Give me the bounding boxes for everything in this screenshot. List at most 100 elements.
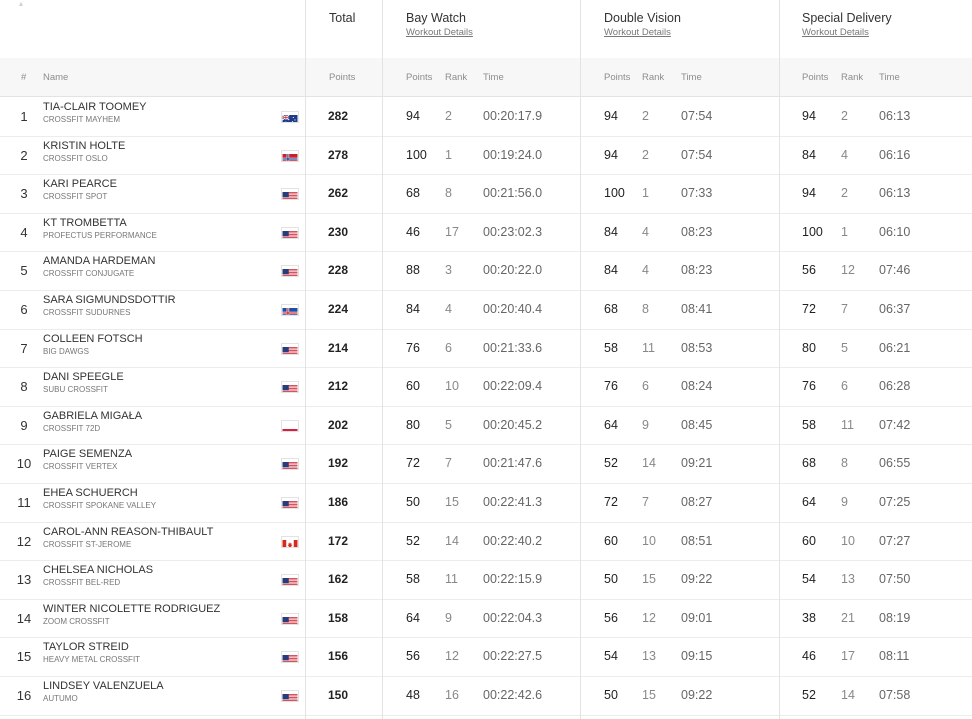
divider-workout-2	[580, 0, 581, 719]
table-row[interactable]: 1 TIA-CLAIR TOOMEY CROSSFIT MAYHEM 282 94 2 00…	[0, 97, 972, 137]
workout-3-rank: 17	[841, 649, 855, 664]
workout-3-details-link[interactable]: Workout Details	[802, 27, 869, 38]
col-total-points-header[interactable]: Points	[329, 72, 355, 83]
workout-2-points: 72	[604, 495, 618, 509]
workout-2-time: 08:53	[681, 340, 713, 355]
workout-2-time: 08:23	[681, 263, 713, 278]
athlete-name[interactable]: GABRIELA MIGAŁA	[43, 410, 142, 422]
workout-1-points: 80	[406, 417, 420, 432]
w1-time-header[interactable]: Time	[483, 72, 504, 83]
col-name-header[interactable]: Name	[43, 72, 68, 83]
workout-2-time: 07:54	[681, 109, 713, 123]
affiliate-name: CROSSFIT OSLO	[43, 153, 108, 163]
table-row[interactable]: 4 KT TROMBETTA PROFECTUS PERFORMANCE 230 46 1…	[0, 213, 972, 253]
athlete-name[interactable]: KRISTIN HOLTE	[43, 140, 125, 152]
table-row[interactable]: 5 AMANDA HARDEMAN CROSSFIT CONJUGATE 228 88 3…	[0, 251, 972, 291]
workout-1-points: 56	[406, 649, 420, 664]
overall-rank: 13	[16, 572, 32, 588]
w1-rank-header[interactable]: Rank	[445, 72, 467, 83]
table-row[interactable]: 6 SARA SIGMUNDSDOTTIR CROSSFIT SUDURNES 224…	[0, 290, 972, 330]
overall-rank: 8	[20, 379, 28, 395]
workout-2-time: 08:41	[681, 302, 713, 316]
total-points: 158	[328, 610, 349, 625]
table-row[interactable]: 2 KRISTIN HOLTE CROSSFIT OSLO 278 100 1 00:19:…	[0, 136, 972, 176]
table-row[interactable]: 13 CHELSEA NICHOLAS CROSSFIT BEL-RED 162 58 1…	[0, 560, 972, 600]
athlete-name[interactable]: COLLEEN FOTSCH	[43, 333, 143, 345]
table-row[interactable]: 8 DANI SPEEGLE SUBU CROSSFIT 212 60 10 00:22:0…	[0, 367, 972, 407]
workout-1-details-link[interactable]: Workout Details	[406, 27, 473, 38]
workout-1-rank: 6	[445, 340, 452, 355]
country-flag-icon	[281, 304, 299, 316]
workout-2-rank: 15	[642, 688, 656, 702]
athlete-name[interactable]: CAROL-ANN REASON-THIBAULT	[43, 526, 213, 538]
w2-points-header[interactable]: Points	[604, 72, 630, 83]
table-row[interactable]: 11 EHEA SCHUERCH CROSSFIT SPOKANE VALLEY 18…	[0, 483, 972, 523]
workout-3-rank: 1	[841, 224, 848, 239]
workout-2-rank: 10	[642, 533, 656, 548]
table-row[interactable]: 16 LINDSEY VALENZUELA AUTUMO 150 48 16 00:22:4…	[0, 676, 972, 716]
w3-rank-header[interactable]: Rank	[841, 72, 863, 83]
athlete-name[interactable]: TAYLOR STREID	[43, 641, 129, 653]
table-row[interactable]: 10 PAIGE SEMENZA CROSSFIT VERTEX 192 72 7 00:2…	[0, 444, 972, 484]
w1-points-header[interactable]: Points	[406, 72, 432, 83]
workout-1-title[interactable]: Bay Watch	[406, 11, 466, 25]
workout-2-points: 58	[604, 340, 618, 355]
athlete-name[interactable]: PAIGE SEMENZA	[43, 448, 132, 460]
workout-1-rank: 10	[445, 379, 459, 394]
w2-time-header[interactable]: Time	[681, 72, 702, 83]
workout-1-points: 50	[406, 495, 420, 509]
athlete-name[interactable]: TIA-CLAIR TOOMEY	[43, 101, 147, 113]
athlete-name[interactable]: WINTER NICOLETTE RODRIGUEZ	[43, 603, 220, 615]
workout-1-time: 00:22:09.4	[483, 379, 543, 394]
workout-2-points: 52	[604, 456, 618, 471]
athlete-name[interactable]: EHEA SCHUERCH	[43, 487, 138, 499]
total-points: 224	[328, 302, 349, 316]
workout-2-points: 56	[604, 610, 618, 625]
workout-3-points: 60	[802, 533, 816, 548]
workout-1-points: 46	[406, 224, 420, 239]
workout-2-points: 50	[604, 572, 618, 587]
w3-time-header[interactable]: Time	[879, 72, 900, 83]
workout-2-time: 08:24	[681, 379, 713, 394]
workout-1-time: 00:23:02.3	[483, 224, 543, 239]
table-row[interactable]: 7 COLLEEN FOTSCH BIG DAWGS 214 76 6 00:21:33.6…	[0, 329, 972, 369]
athlete-name[interactable]: LINDSEY VALENZUELA	[43, 680, 164, 692]
athlete-name[interactable]: AMANDA HARDEMAN	[43, 255, 155, 267]
workout-3-points: 94	[802, 186, 816, 201]
workout-2-points: 68	[604, 302, 618, 316]
overall-rank: 12	[16, 533, 32, 549]
table-row[interactable]: 3 KARI PEARCE CROSSFIT SPOT 262 68 8 00:21:56.…	[0, 174, 972, 214]
overall-rank: 11	[17, 495, 31, 510]
affiliate-name: BIG DAWGS	[43, 346, 89, 356]
athlete-name[interactable]: DANI SPEEGLE	[43, 371, 124, 383]
workout-1-time: 00:20:17.9	[483, 109, 543, 123]
workout-1-points: 72	[406, 456, 420, 471]
athlete-name[interactable]: SARA SIGMUNDSDOTTIR	[43, 294, 176, 306]
total-title[interactable]: Total	[329, 11, 355, 25]
workout-2-points: 84	[604, 224, 618, 239]
table-row[interactable]: 9 GABRIELA MIGAŁA CROSSFIT 72D 202 80 5 00:20:…	[0, 406, 972, 446]
workout-1-rank: 12	[445, 649, 459, 664]
table-row[interactable]: 14 WINTER NICOLETTE RODRIGUEZ ZOOM CROSSFI…	[0, 599, 972, 639]
w3-points-header[interactable]: Points	[802, 72, 828, 83]
workout-2-points: 100	[604, 186, 625, 201]
country-flag-icon	[281, 497, 299, 509]
table-row[interactable]: 12 CAROL-ANN REASON-THIBAULT CROSSFIT ST-J…	[0, 522, 972, 562]
workout-2-rank: 4	[642, 224, 649, 239]
athlete-name[interactable]: CHELSEA NICHOLAS	[43, 564, 153, 576]
country-flag-icon	[281, 265, 299, 278]
w2-rank-header[interactable]: Rank	[642, 72, 664, 83]
workout-2-title[interactable]: Double Vision	[604, 11, 681, 25]
workout-3-title[interactable]: Special Delivery	[802, 11, 892, 25]
country-flag-icon	[281, 149, 299, 162]
athlete-name[interactable]: KT TROMBETTA	[43, 217, 127, 229]
workout-2-time: 07:33	[681, 186, 713, 201]
workout-2-details-link[interactable]: Workout Details	[604, 27, 671, 38]
table-row[interactable]: 15 TAYLOR STREID HEAVY METAL CROSSFIT 156 56…	[0, 637, 972, 677]
athlete-name[interactable]: KARI PEARCE	[43, 178, 117, 190]
workout-2-time: 09:22	[681, 688, 713, 702]
workout-1-points: 76	[406, 340, 420, 355]
affiliate-name: CROSSFIT 72D	[43, 423, 101, 433]
overall-rank: 3	[20, 186, 28, 202]
workout-2-rank: 4	[642, 263, 649, 278]
